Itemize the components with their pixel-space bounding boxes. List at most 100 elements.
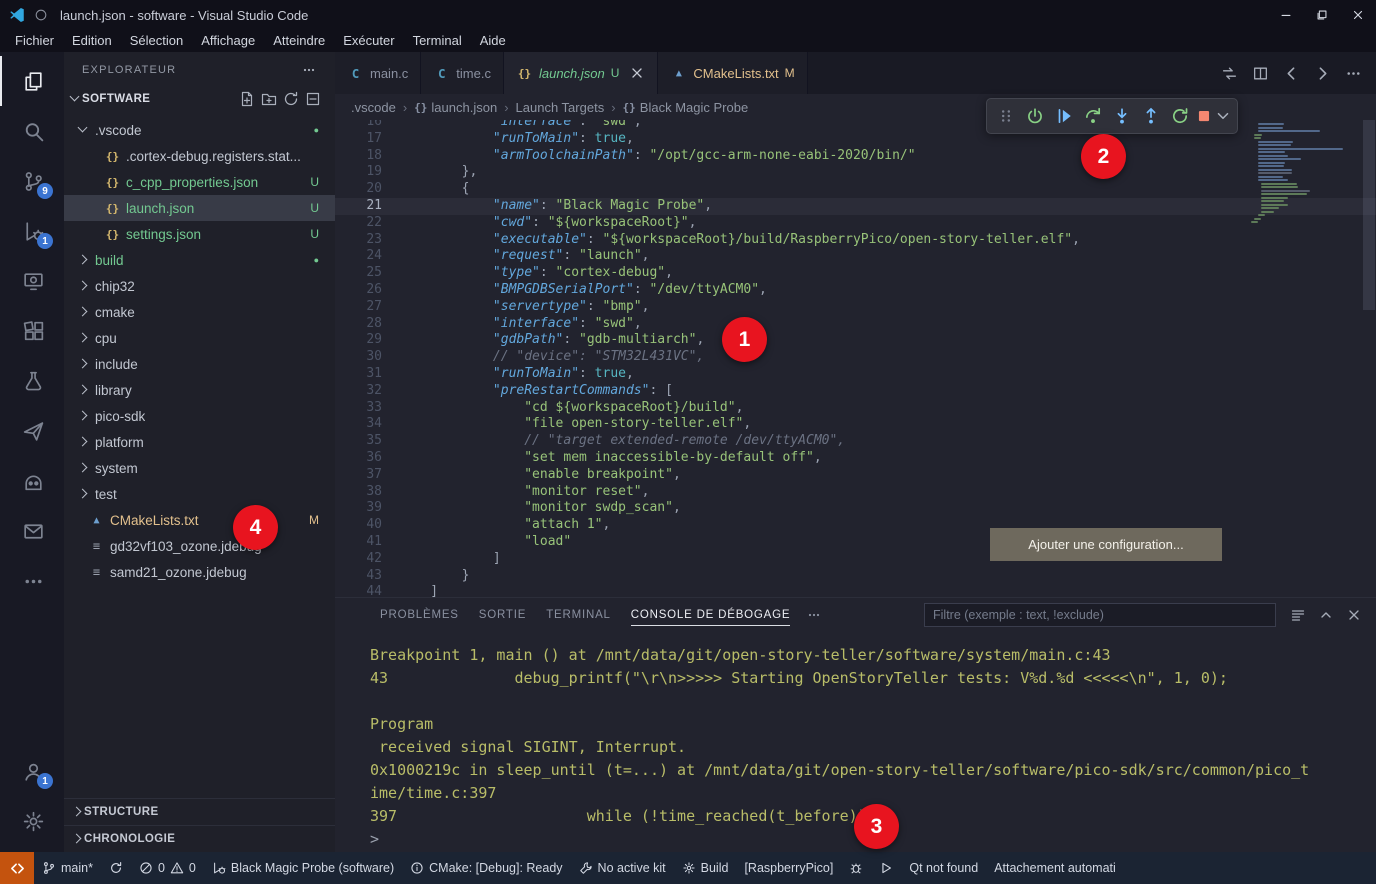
panel-tab-probl-mes[interactable]: PROBLÈMES: [370, 598, 469, 632]
menu-atteindre[interactable]: Atteindre: [264, 30, 334, 52]
tree-item-samd21-ozone-jdebug[interactable]: ≡samd21_ozone.jdebug: [64, 559, 335, 585]
status-debug-target[interactable]: Black Magic Probe (software): [204, 852, 402, 884]
add-configuration-button[interactable]: Ajouter une configuration...: [990, 528, 1222, 561]
activity-source-control[interactable]: 9: [0, 156, 64, 206]
power-button[interactable]: [1021, 102, 1049, 130]
restart-button[interactable]: [1166, 102, 1194, 130]
new-folder-icon[interactable]: [261, 91, 277, 107]
tree-item-settings-json[interactable]: {}settings.jsonU: [64, 221, 335, 247]
activity-paper-plane[interactable]: [0, 406, 64, 456]
status-sync[interactable]: [101, 852, 131, 884]
editor-scrollbar[interactable]: [1362, 120, 1376, 597]
tree-item-chip32[interactable]: chip32: [64, 273, 335, 299]
error-count: 0: [158, 861, 165, 875]
navigate-forward-icon[interactable]: [1314, 65, 1331, 82]
status-remote[interactable]: [0, 852, 34, 884]
breadcrumb-launch-targets[interactable]: Launch Targets: [516, 100, 605, 115]
more-panel-tabs-icon[interactable]: [806, 607, 822, 623]
tree-item-include[interactable]: include: [64, 351, 335, 377]
menu-aide[interactable]: Aide: [471, 30, 515, 52]
menu-terminal[interactable]: Terminal: [404, 30, 471, 52]
activity-run-and-debug[interactable]: 1: [0, 206, 64, 256]
stop-dropdown-chevron-icon[interactable]: [1214, 107, 1232, 125]
tree-item-gd32vf103-ozone-jdebug[interactable]: ≡gd32vf103_ozone.jdebug: [64, 533, 335, 559]
tree-item-cmake[interactable]: cmake: [64, 299, 335, 325]
status-run-button[interactable]: [871, 852, 901, 884]
step-into-button[interactable]: [1108, 102, 1136, 130]
new-file-icon[interactable]: [239, 91, 255, 107]
activity-platformio[interactable]: [0, 456, 64, 506]
status-cmake-target[interactable]: [RaspberryPico]: [736, 852, 841, 884]
minimap[interactable]: [1247, 123, 1359, 225]
tree-item-pico-sdk[interactable]: pico-sdk: [64, 403, 335, 429]
code-editor[interactable]: 16 "interface": "swd",17 "runToMain": tr…: [335, 120, 1376, 597]
maximize-button[interactable]: [1304, 0, 1340, 30]
open-changes-icon[interactable]: [1221, 65, 1238, 82]
status-debug-button[interactable]: [841, 852, 871, 884]
maximize-panel-icon[interactable]: [1318, 607, 1334, 623]
tree-item-build[interactable]: build●: [64, 247, 335, 273]
status-qt-status[interactable]: Qt not found: [901, 852, 986, 884]
status-branch[interactable]: main*: [34, 852, 101, 884]
close-tab-icon[interactable]: [629, 65, 645, 81]
tree-item-vscode[interactable]: .vscode●: [64, 117, 335, 143]
tree-item-platform[interactable]: platform: [64, 429, 335, 455]
tree-item-cpu[interactable]: cpu: [64, 325, 335, 351]
refresh-icon[interactable]: [283, 91, 299, 107]
activity-search[interactable]: [0, 106, 64, 156]
close-panel-icon[interactable]: [1346, 607, 1362, 623]
breadcrumb-launch-json[interactable]: {}launch.json: [414, 100, 497, 115]
breadcrumb-vscode[interactable]: .vscode: [351, 100, 396, 115]
minimize-button[interactable]: [1268, 0, 1304, 30]
tab-launch-json[interactable]: {}launch.jsonU: [504, 52, 658, 94]
activity-testing[interactable]: [0, 356, 64, 406]
breadcrumb-black-magic-probe[interactable]: {}Black Magic Probe: [623, 100, 749, 115]
tree-item-launch-json[interactable]: {}launch.jsonU: [64, 195, 335, 221]
activity-settings[interactable]: [0, 796, 64, 846]
status-cmake-kit[interactable]: No active kit: [571, 852, 674, 884]
status-problems[interactable]: 00: [131, 852, 204, 884]
activity-extensions[interactable]: [0, 306, 64, 356]
menu-affichage[interactable]: Affichage: [192, 30, 264, 52]
section-header-structure[interactable]: STRUCTURE: [64, 798, 335, 825]
activity-mail[interactable]: [0, 506, 64, 556]
menu-ex-cuter[interactable]: Exécuter: [334, 30, 403, 52]
activity-remote-explorer[interactable]: [0, 256, 64, 306]
activity-accounts[interactable]: 1: [0, 746, 64, 796]
menu-s-lection[interactable]: Sélection: [121, 30, 192, 52]
tree-item-cmakelists-txt[interactable]: ▲CMakeLists.txtM: [64, 507, 335, 533]
tree-item-system[interactable]: system: [64, 455, 335, 481]
menu-fichier[interactable]: Fichier: [6, 30, 63, 52]
status-cmake-build[interactable]: Build: [674, 852, 737, 884]
more-actions-icon[interactable]: [1345, 65, 1362, 82]
activity-more-views[interactable]: [0, 556, 64, 606]
panel-tab-sortie[interactable]: SORTIE: [469, 598, 536, 632]
stop-button[interactable]: [1195, 102, 1232, 130]
section-header-software[interactable]: SOFTWARE: [64, 87, 335, 111]
scrollbar-thumb[interactable]: [1363, 120, 1375, 310]
status-auto-attach[interactable]: Attachement automati: [986, 852, 1124, 884]
clear-console-icon[interactable]: [1290, 607, 1306, 623]
activity-explorer[interactable]: [0, 56, 64, 106]
more-actions-icon[interactable]: [301, 62, 317, 78]
tab-time-c[interactable]: Ctime.c: [421, 52, 504, 94]
split-editor-icon[interactable]: [1252, 65, 1269, 82]
tab-main-c[interactable]: Cmain.c: [335, 52, 421, 94]
navigate-back-icon[interactable]: [1283, 65, 1300, 82]
continue-button[interactable]: [1050, 102, 1078, 130]
collapse-all-icon[interactable]: [305, 91, 321, 107]
menu-edition[interactable]: Edition: [63, 30, 121, 52]
tree-item-cortex-debug-registers-stat[interactable]: {}.cortex-debug.registers.stat...: [64, 143, 335, 169]
step-over-button[interactable]: [1079, 102, 1107, 130]
section-header-chronologie[interactable]: CHRONOLOGIE: [64, 825, 335, 852]
close-button[interactable]: [1340, 0, 1376, 30]
console-filter-input[interactable]: [924, 603, 1276, 627]
step-out-button[interactable]: [1137, 102, 1165, 130]
panel-tab-console-de-d-bogage[interactable]: CONSOLE DE DÉBOGAGE: [621, 598, 801, 632]
tab-cmakelists-txt[interactable]: ▲CMakeLists.txtM: [658, 52, 807, 94]
panel-tab-terminal[interactable]: TERMINAL: [536, 598, 621, 632]
status-cmake-status[interactable]: CMake: [Debug]: Ready: [402, 852, 570, 884]
tree-item-library[interactable]: library: [64, 377, 335, 403]
tree-item-test[interactable]: test: [64, 481, 335, 507]
tree-item-c-cpp-properties-json[interactable]: {}c_cpp_properties.jsonU: [64, 169, 335, 195]
